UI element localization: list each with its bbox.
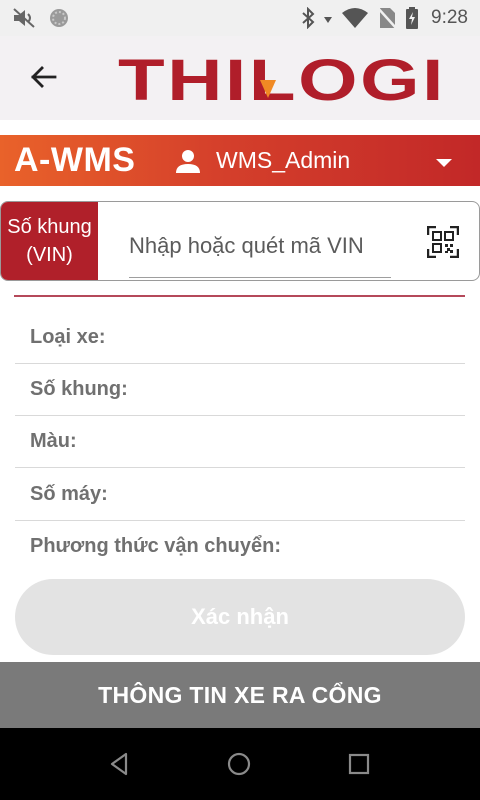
field-vehicle-type: Loại xe: xyxy=(15,312,465,364)
person-icon xyxy=(176,150,200,173)
back-button[interactable] xyxy=(26,60,60,94)
vin-input[interactable] xyxy=(129,220,391,278)
app-name: A-WMS xyxy=(14,141,136,179)
section-divider xyxy=(14,295,465,297)
field-shipping-method: Phương thức vận chuyển: xyxy=(15,521,465,573)
vin-label-line1: Số khung xyxy=(7,216,92,238)
status-time: 9:28 xyxy=(431,7,468,28)
page-title-banner: THÔNG TIN XE RA CỔNG xyxy=(0,662,480,728)
field-chassis-number: Số khung: xyxy=(15,364,465,416)
nav-home-icon[interactable] xyxy=(225,750,253,778)
field-label: Số máy: xyxy=(30,483,108,505)
nav-recents-icon[interactable] xyxy=(345,750,373,778)
chevron-down-icon[interactable] xyxy=(432,155,456,171)
vin-input-group: Số khung (VIN) xyxy=(0,201,480,281)
arrow-left-icon xyxy=(31,66,57,88)
app-header: THILOGI xyxy=(0,36,480,120)
vin-label: Số khung (VIN) xyxy=(1,202,98,280)
bluetooth-icon xyxy=(302,7,315,29)
thilogi-logo: THILOGI xyxy=(118,50,446,108)
svg-text:THILOGI: THILOGI xyxy=(118,50,446,108)
mute-icon xyxy=(13,8,35,28)
confirm-button[interactable]: Xác nhận xyxy=(15,579,465,655)
data-arrow-icon xyxy=(324,17,333,23)
field-engine-number: Số máy: xyxy=(15,469,465,521)
field-color: Màu: xyxy=(15,416,465,468)
field-label: Số khung: xyxy=(30,378,128,400)
wifi-icon xyxy=(342,8,369,28)
sync-icon xyxy=(50,9,68,27)
system-nav-bar xyxy=(0,728,480,800)
field-label: Phương thức vận chuyển: xyxy=(30,535,281,557)
app-bar: A-WMS WMS_Admin xyxy=(0,135,480,186)
field-label: Màu: xyxy=(30,430,77,452)
battery-icon xyxy=(406,7,419,29)
nav-back-icon[interactable] xyxy=(106,750,134,778)
status-bar: 9:28 xyxy=(0,0,480,36)
qr-code-icon[interactable] xyxy=(427,226,459,258)
user-name: WMS_Admin xyxy=(216,147,351,173)
vin-label-line2: (VIN) xyxy=(26,244,73,266)
field-label: Loại xe: xyxy=(30,326,106,348)
no-sim-icon xyxy=(377,7,397,29)
